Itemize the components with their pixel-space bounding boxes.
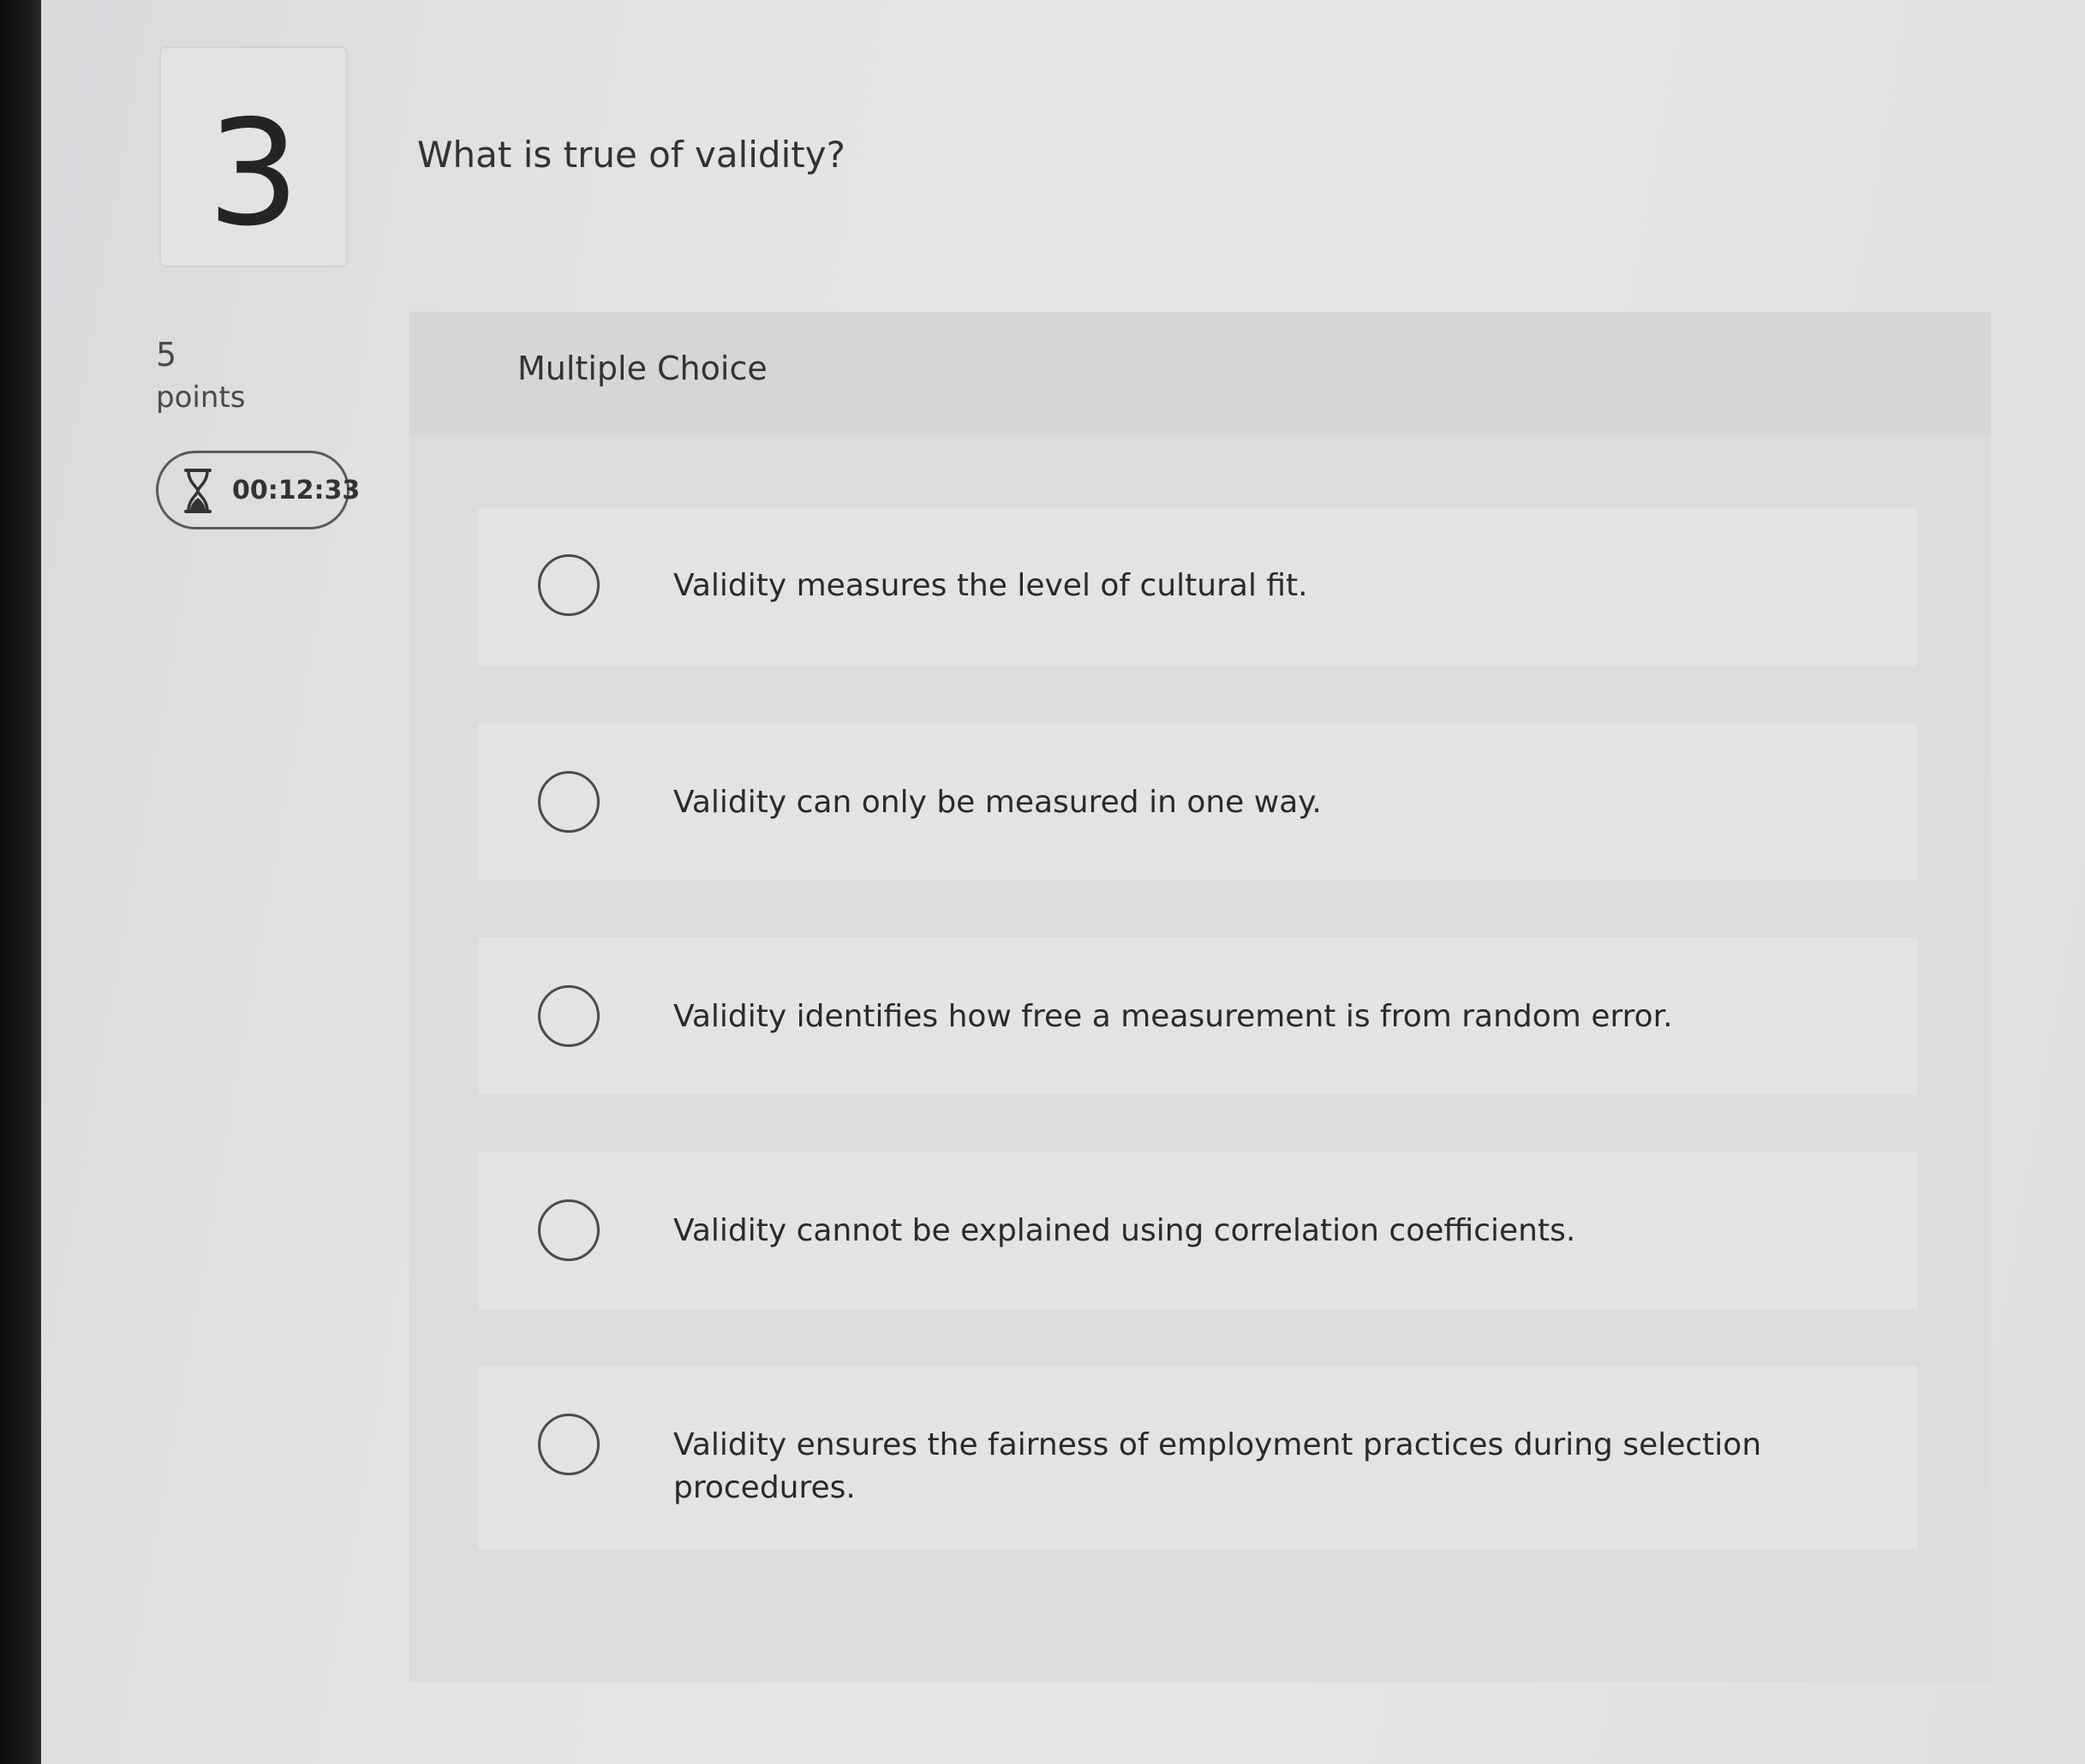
radio-button-icon[interactable]	[538, 554, 600, 616]
answer-option-label: Validity identifies how free a measureme…	[673, 999, 1673, 1034]
answer-option-label: Validity ensures the fairness of employm…	[673, 1427, 1762, 1505]
answer-option[interactable]: Validity cannot be explained using corre…	[478, 1151, 1917, 1309]
panel-header: Multiple Choice	[409, 312, 1991, 435]
answer-option-label: Validity can only be measured in one way…	[673, 785, 1322, 820]
answer-option[interactable]: Validity identifies how free a measureme…	[478, 937, 1917, 1095]
question-type-label: Multiple Choice	[517, 350, 768, 387]
question-text: What is true of validity?	[417, 134, 845, 176]
question-number: 3	[206, 89, 301, 259]
timer-badge: 00:12:33	[156, 451, 360, 529]
timer-value: 00:12:33	[232, 475, 361, 505]
radio-button-icon[interactable]	[538, 1199, 600, 1261]
answer-option[interactable]: Validity can only be measured in one way…	[478, 723, 1917, 881]
radio-button-icon[interactable]	[538, 1414, 600, 1475]
radio-button-icon[interactable]	[538, 985, 600, 1047]
answer-option[interactable]: Validity ensures the fairness of employm…	[478, 1366, 1917, 1549]
screen-bezel	[0, 0, 41, 1764]
answer-panel: Multiple Choice Validity measures the le…	[409, 312, 1991, 1683]
radio-button-icon[interactable]	[538, 771, 600, 833]
points-label: points	[156, 380, 246, 415]
question-number-box: 3	[159, 46, 348, 267]
answer-option-label: Validity cannot be explained using corre…	[673, 1213, 1576, 1248]
hourglass-icon	[181, 467, 215, 518]
answer-option-label: Validity measures the level of cultural …	[673, 568, 1308, 603]
answer-option[interactable]: Validity measures the level of cultural …	[478, 509, 1917, 667]
points-value: 5	[156, 336, 177, 374]
